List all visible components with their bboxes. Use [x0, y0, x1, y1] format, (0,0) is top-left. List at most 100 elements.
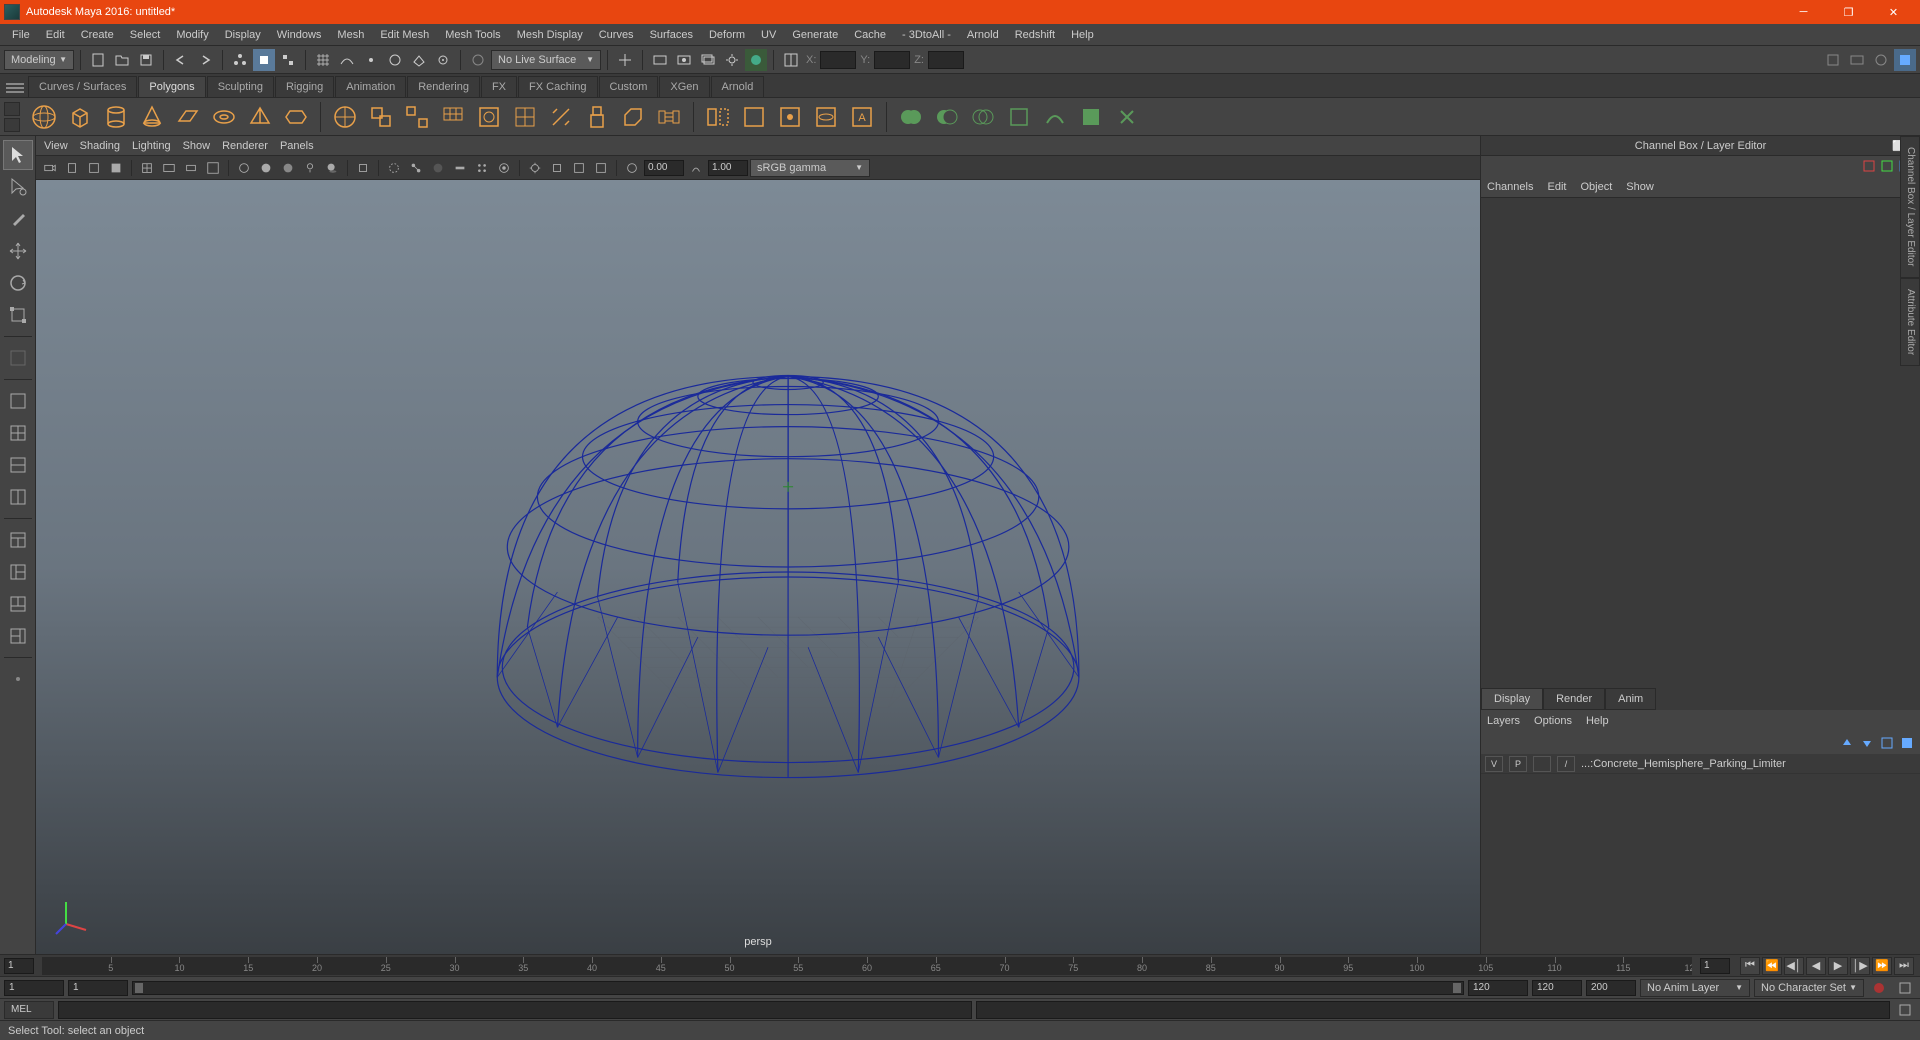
poly-bevel-button[interactable]: [617, 101, 649, 133]
menu-mesh[interactable]: Mesh: [329, 26, 372, 44]
menu-3dtoall[interactable]: - 3DtoAll -: [894, 26, 959, 44]
xray-active-button[interactable]: [384, 158, 404, 178]
multisample-button[interactable]: [472, 158, 492, 178]
menu-uv[interactable]: UV: [753, 26, 784, 44]
live-surface-dropdown[interactable]: No Live Surface ▼: [491, 50, 601, 70]
channel-menu-object[interactable]: Object: [1580, 181, 1612, 193]
poly-bool-diff-button[interactable]: [931, 101, 963, 133]
poly-torus-button[interactable]: [208, 101, 240, 133]
menu-redshift[interactable]: Redshift: [1007, 26, 1063, 44]
poly-quadrangulate-button[interactable]: [1075, 101, 1107, 133]
shelf-tab-custom[interactable]: Custom: [599, 76, 659, 97]
panel-menu-view[interactable]: View: [44, 140, 68, 152]
range-slider-track[interactable]: [132, 981, 1464, 995]
shelf-menu-button[interactable]: [6, 79, 24, 97]
workspace-dropdown[interactable]: Modeling ▼: [4, 50, 74, 70]
menu-file[interactable]: File: [4, 26, 38, 44]
playback-end-input[interactable]: 120: [1468, 980, 1528, 996]
shelf-tab-rendering[interactable]: Rendering: [407, 76, 480, 97]
side-tab-channelbox[interactable]: Channel Box / Layer Editor: [1900, 136, 1920, 278]
poly-cylinder-button[interactable]: [100, 101, 132, 133]
step-forward-button[interactable]: │▶: [1850, 957, 1870, 975]
range-thumb[interactable]: [135, 983, 143, 993]
z-input[interactable]: [928, 51, 964, 69]
poly-smooth-button[interactable]: [437, 101, 469, 133]
go-to-start-button[interactable]: ⏮: [1740, 957, 1760, 975]
snap-live-button[interactable]: [432, 49, 454, 71]
go-to-end-button[interactable]: ⏭: [1894, 957, 1914, 975]
film-gate-button[interactable]: [159, 158, 179, 178]
resolution-gate-button[interactable]: [181, 158, 201, 178]
snap-point-button[interactable]: [360, 49, 382, 71]
shadows-button[interactable]: [322, 158, 342, 178]
shade-deformers-button[interactable]: [569, 158, 589, 178]
history-toggle-button[interactable]: [614, 49, 636, 71]
script-lang-button[interactable]: MEL: [4, 1001, 54, 1019]
time-ruler[interactable]: 5101520253035404550556065707580859095100…: [42, 957, 1692, 975]
menu-surfaces[interactable]: Surfaces: [642, 26, 701, 44]
menu-help[interactable]: Help: [1063, 26, 1102, 44]
render-sequence-button[interactable]: [697, 49, 719, 71]
depth-of-field-button[interactable]: [494, 158, 514, 178]
poly-sculpt-button[interactable]: [1003, 101, 1035, 133]
panel-three-right-button[interactable]: [3, 621, 33, 651]
playback-start-input[interactable]: 1: [68, 980, 128, 996]
panel-menu-lighting[interactable]: Lighting: [132, 140, 171, 152]
shelf-tab-fxcaching[interactable]: FX Caching: [518, 76, 597, 97]
select-object-button[interactable]: [253, 49, 275, 71]
command-input[interactable]: [58, 1001, 972, 1019]
panel-two-v-button[interactable]: [3, 482, 33, 512]
viewport[interactable]: persp: [36, 180, 1480, 954]
panel-menu-renderer[interactable]: Renderer: [222, 140, 268, 152]
current-frame-right[interactable]: 1: [1700, 958, 1730, 974]
image-plane-button[interactable]: [84, 158, 104, 178]
poly-bridge-button[interactable]: [653, 101, 685, 133]
shelf-tab-curves[interactable]: Curves / Surfaces: [28, 76, 137, 97]
anim-max-input[interactable]: 200: [1586, 980, 1636, 996]
layer-tab-render[interactable]: Render: [1543, 688, 1605, 710]
poly-cylindrical-button[interactable]: [810, 101, 842, 133]
hud-toggle-button[interactable]: [1846, 49, 1868, 71]
panel-four-button[interactable]: [3, 418, 33, 448]
poly-planar-button[interactable]: [774, 101, 806, 133]
layer-new-selected-icon[interactable]: [1900, 736, 1914, 750]
script-editor-button[interactable]: [1894, 999, 1916, 1021]
y-input[interactable]: [874, 51, 910, 69]
snap-grid-button[interactable]: [312, 49, 334, 71]
channel-icon-1[interactable]: [1862, 159, 1876, 173]
channel-menu-edit[interactable]: Edit: [1547, 181, 1566, 193]
panel-menu-panels[interactable]: Panels: [280, 140, 314, 152]
poly-bool-union-button[interactable]: [895, 101, 927, 133]
menu-edit[interactable]: Edit: [38, 26, 73, 44]
menu-curves[interactable]: Curves: [591, 26, 642, 44]
range-thumb-end[interactable]: [1453, 983, 1461, 993]
menu-arnold[interactable]: Arnold: [959, 26, 1007, 44]
layer-color-cell[interactable]: /: [1557, 756, 1575, 772]
attribute-editor-button[interactable]: [1894, 49, 1916, 71]
poly-plane-button[interactable]: [172, 101, 204, 133]
panel-two-h-button[interactable]: [3, 450, 33, 480]
undo-button[interactable]: [170, 49, 192, 71]
shade-dynamics-button[interactable]: [591, 158, 611, 178]
layer-type-cell[interactable]: [1533, 756, 1551, 772]
select-camera-button[interactable]: [40, 158, 60, 178]
modeling-toolkit-button[interactable]: [1822, 49, 1844, 71]
menu-modify[interactable]: Modify: [168, 26, 216, 44]
layer-visible-cell[interactable]: V: [1485, 756, 1503, 772]
poly-combine-button[interactable]: [365, 101, 397, 133]
channel-menu-show[interactable]: Show: [1626, 181, 1654, 193]
paint-select-tool[interactable]: [3, 204, 33, 234]
poly-mirror-button[interactable]: [702, 101, 734, 133]
anim-layer-dropdown[interactable]: No Anim Layer ▼: [1640, 979, 1750, 997]
panel-layout-button[interactable]: [780, 49, 802, 71]
lasso-tool[interactable]: [3, 172, 33, 202]
select-component-button[interactable]: [277, 49, 299, 71]
textured-button[interactable]: [278, 158, 298, 178]
poly-cube-button[interactable]: [64, 101, 96, 133]
ipr-render-button[interactable]: [673, 49, 695, 71]
save-scene-button[interactable]: [135, 49, 157, 71]
layer-new-empty-icon[interactable]: [1880, 736, 1894, 750]
smooth-shade-button[interactable]: [256, 158, 276, 178]
poly-type-button[interactable]: [329, 101, 361, 133]
gamma-input[interactable]: [708, 160, 748, 176]
